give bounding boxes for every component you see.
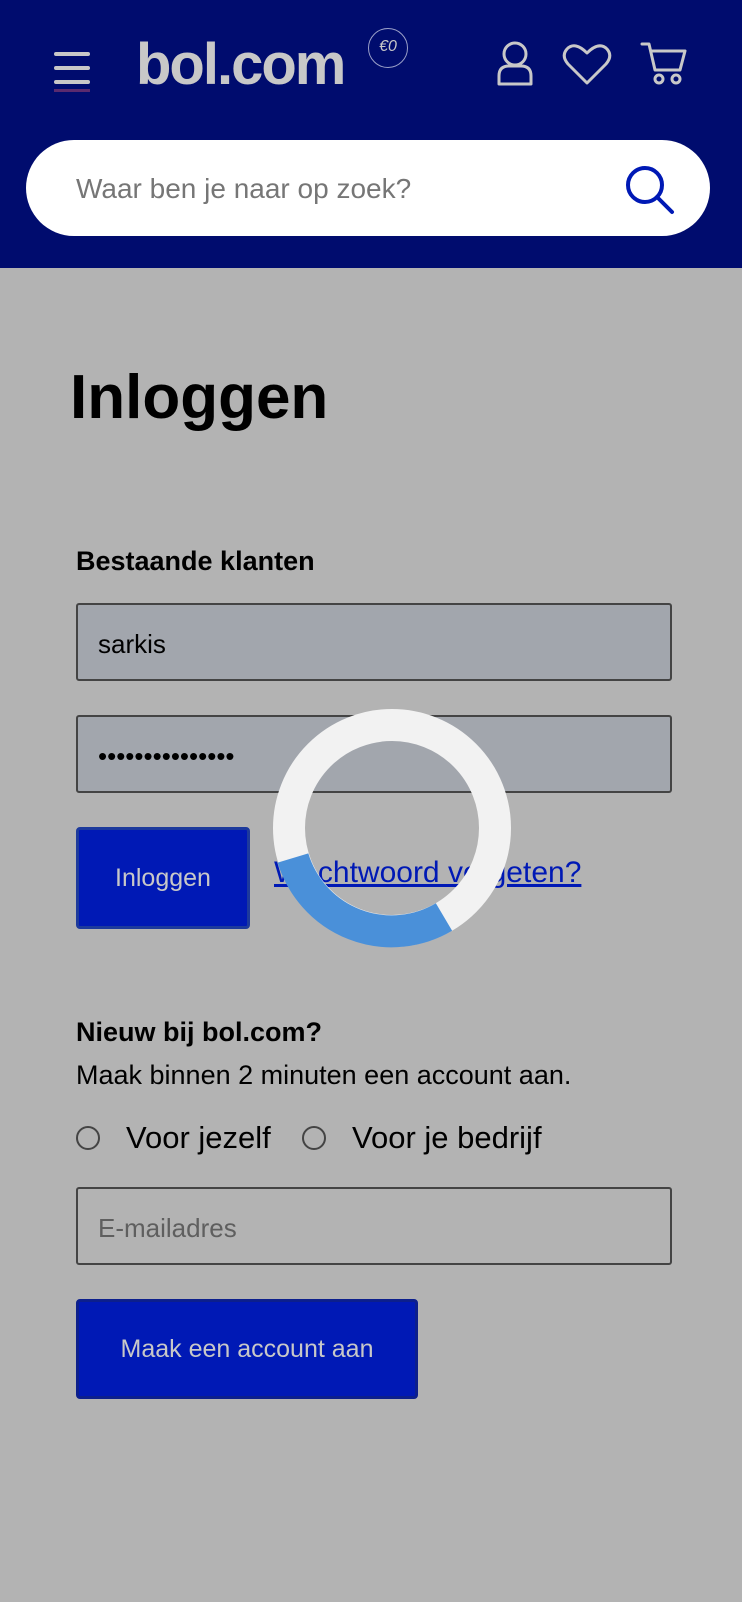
radio-business-circle[interactable] bbox=[302, 1126, 326, 1150]
new-customer-label: Nieuw bij bol.com? bbox=[76, 1017, 323, 1047]
site-header: bol.com €0 bbox=[0, 0, 742, 268]
account-icon[interactable] bbox=[496, 40, 534, 86]
radio-business[interactable]: Voor je bedrijf bbox=[302, 1120, 542, 1156]
radio-personal-circle[interactable] bbox=[76, 1126, 100, 1150]
page-title: Inloggen bbox=[70, 363, 329, 432]
heart-icon[interactable] bbox=[562, 42, 612, 86]
create-account-button[interactable]: Maak een account aan bbox=[76, 1299, 418, 1399]
search-input[interactable] bbox=[74, 166, 618, 212]
logo-badge: €0 bbox=[368, 28, 408, 68]
cart-icon[interactable] bbox=[640, 40, 688, 86]
existing-customers-label: Bestaande klanten bbox=[76, 546, 315, 576]
username-field bbox=[76, 603, 672, 681]
new-customer-subtitle: Maak binnen 2 minuten een account aan. bbox=[76, 1060, 572, 1090]
email-field bbox=[76, 1187, 672, 1265]
email-input[interactable] bbox=[96, 1207, 660, 1249]
radio-personal-label: Voor jezelf bbox=[126, 1120, 271, 1155]
loading-spinner bbox=[273, 709, 511, 948]
logo[interactable]: bol.com bbox=[136, 30, 346, 100]
username-input[interactable] bbox=[96, 623, 660, 665]
search-icon[interactable] bbox=[624, 164, 676, 216]
radio-personal[interactable]: Voor jezelf bbox=[76, 1120, 271, 1156]
search-bar bbox=[26, 140, 710, 236]
radio-business-label: Voor je bedrijf bbox=[352, 1120, 542, 1155]
menu-icon[interactable] bbox=[54, 52, 90, 92]
login-button[interactable]: Inloggen bbox=[76, 827, 250, 929]
